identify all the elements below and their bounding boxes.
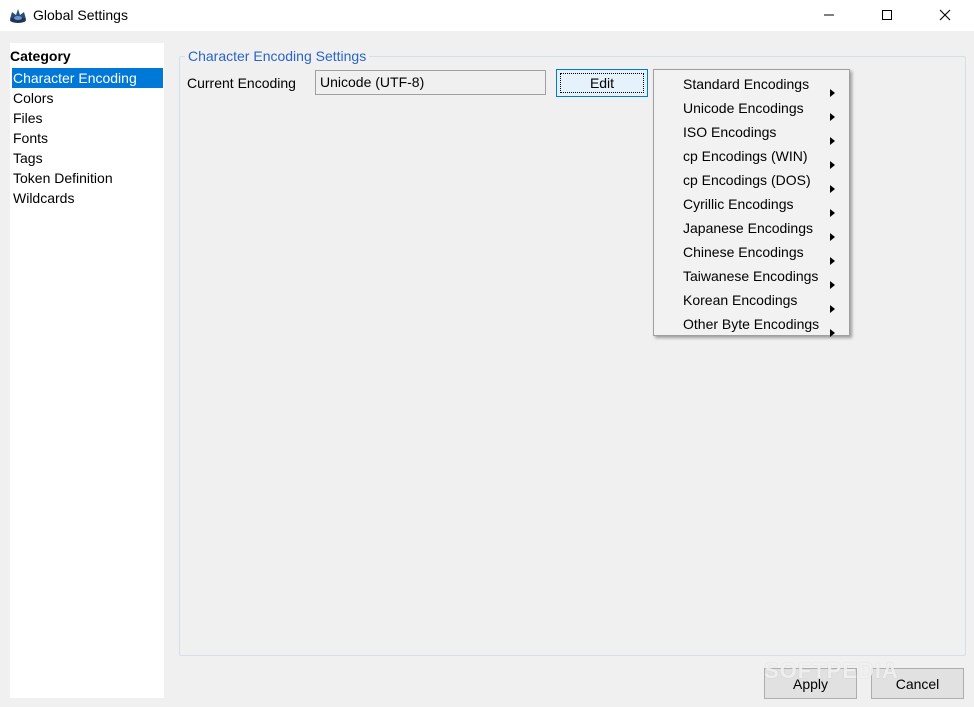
focus-rectangle xyxy=(560,73,644,93)
menu-item-label: cp Encodings (DOS) xyxy=(683,172,811,188)
window-title: Global Settings xyxy=(33,7,128,23)
edit-button[interactable]: Edit xyxy=(556,69,648,97)
app-logo-icon xyxy=(8,6,28,24)
menu-item-label: Unicode Encodings xyxy=(683,100,804,116)
menu-item-unicode-encodings[interactable]: Unicode Encodings xyxy=(654,96,849,121)
cancel-button-label: Cancel xyxy=(895,675,940,692)
category-item-wildcards[interactable]: Wildcards xyxy=(12,188,163,208)
menu-item-korean-encodings[interactable]: Korean Encodings xyxy=(654,288,849,313)
menu-item-cp-encodings-dos[interactable]: cp Encodings (DOS) xyxy=(654,168,849,193)
menu-item-chinese-encodings[interactable]: Chinese Encodings xyxy=(654,240,849,265)
category-item-character-encoding[interactable]: Character Encoding xyxy=(12,68,163,88)
menu-item-cyrillic-encodings[interactable]: Cyrillic Encodings xyxy=(654,192,849,217)
current-encoding-label: Current Encoding xyxy=(187,75,296,91)
maximize-button[interactable] xyxy=(858,0,916,31)
category-item-fonts[interactable]: Fonts xyxy=(12,128,163,148)
submenu-arrow-icon xyxy=(830,320,836,344)
menu-item-standard-encodings[interactable]: Standard Encodings xyxy=(654,72,849,97)
close-button[interactable] xyxy=(916,0,974,31)
menu-item-label: Japanese Encodings xyxy=(683,220,813,236)
menu-item-label: ISO Encodings xyxy=(683,124,777,140)
category-list: Character Encoding Colors Files Fonts Ta… xyxy=(12,68,163,208)
menu-item-cp-encodings-win[interactable]: cp Encodings (WIN) xyxy=(654,144,849,169)
menu-item-iso-encodings[interactable]: ISO Encodings xyxy=(654,120,849,145)
minimize-icon xyxy=(823,8,835,24)
menu-item-label: Other Byte Encodings xyxy=(683,316,820,332)
category-item-colors[interactable]: Colors xyxy=(12,88,163,108)
menu-item-taiwanese-encodings[interactable]: Taiwanese Encodings xyxy=(654,264,849,289)
encoding-menu: Standard Encodings Unicode Encodings ISO… xyxy=(653,69,850,337)
close-icon xyxy=(939,8,951,24)
category-item-files[interactable]: Files xyxy=(12,108,163,128)
category-item-token-definition[interactable]: Token Definition xyxy=(12,168,163,188)
minimize-button[interactable] xyxy=(800,0,858,31)
maximize-icon xyxy=(881,8,893,24)
current-encoding-field: Unicode (UTF-8) xyxy=(315,70,546,95)
title-bar: Global Settings xyxy=(0,0,974,31)
watermark: SOFTPEDIA xyxy=(764,658,899,683)
menu-item-label: Chinese Encodings xyxy=(683,244,804,260)
category-item-tags[interactable]: Tags xyxy=(12,148,163,168)
menu-item-label: Korean Encodings xyxy=(683,292,798,308)
menu-item-other-byte-encodings[interactable]: Other Byte Encodings xyxy=(654,312,849,337)
menu-item-label: Cyrillic Encodings xyxy=(683,196,794,212)
menu-item-label: cp Encodings (WIN) xyxy=(683,148,808,164)
menu-item-label: Standard Encodings xyxy=(683,76,810,92)
menu-item-label: Taiwanese Encodings xyxy=(683,268,819,284)
menu-item-japanese-encodings[interactable]: Japanese Encodings xyxy=(654,216,849,241)
group-title: Character Encoding Settings xyxy=(185,48,370,64)
category-header: Category xyxy=(10,48,71,64)
